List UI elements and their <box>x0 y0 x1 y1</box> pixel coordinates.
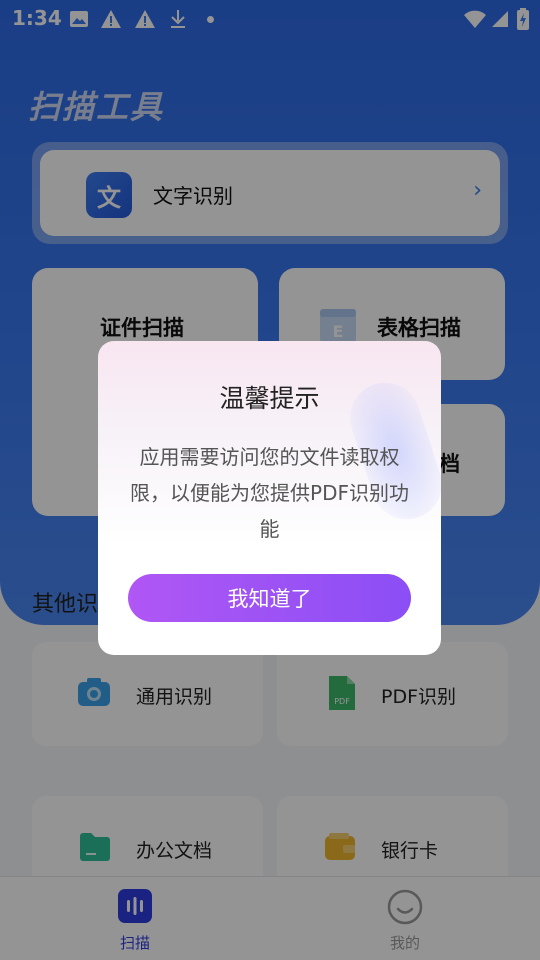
dialog-message: 应用需要访问您的文件读取权限，以便能为您提供PDF识别功能 <box>130 445 409 541</box>
dialog-title: 温馨提示 <box>219 384 320 413</box>
permission-dialog: 温馨提示 应用需要访问您的文件读取权限，以便能为您提供PDF识别功能 我知道了 <box>98 341 441 655</box>
acknowledge-button[interactable]: 我知道了 <box>128 574 411 622</box>
